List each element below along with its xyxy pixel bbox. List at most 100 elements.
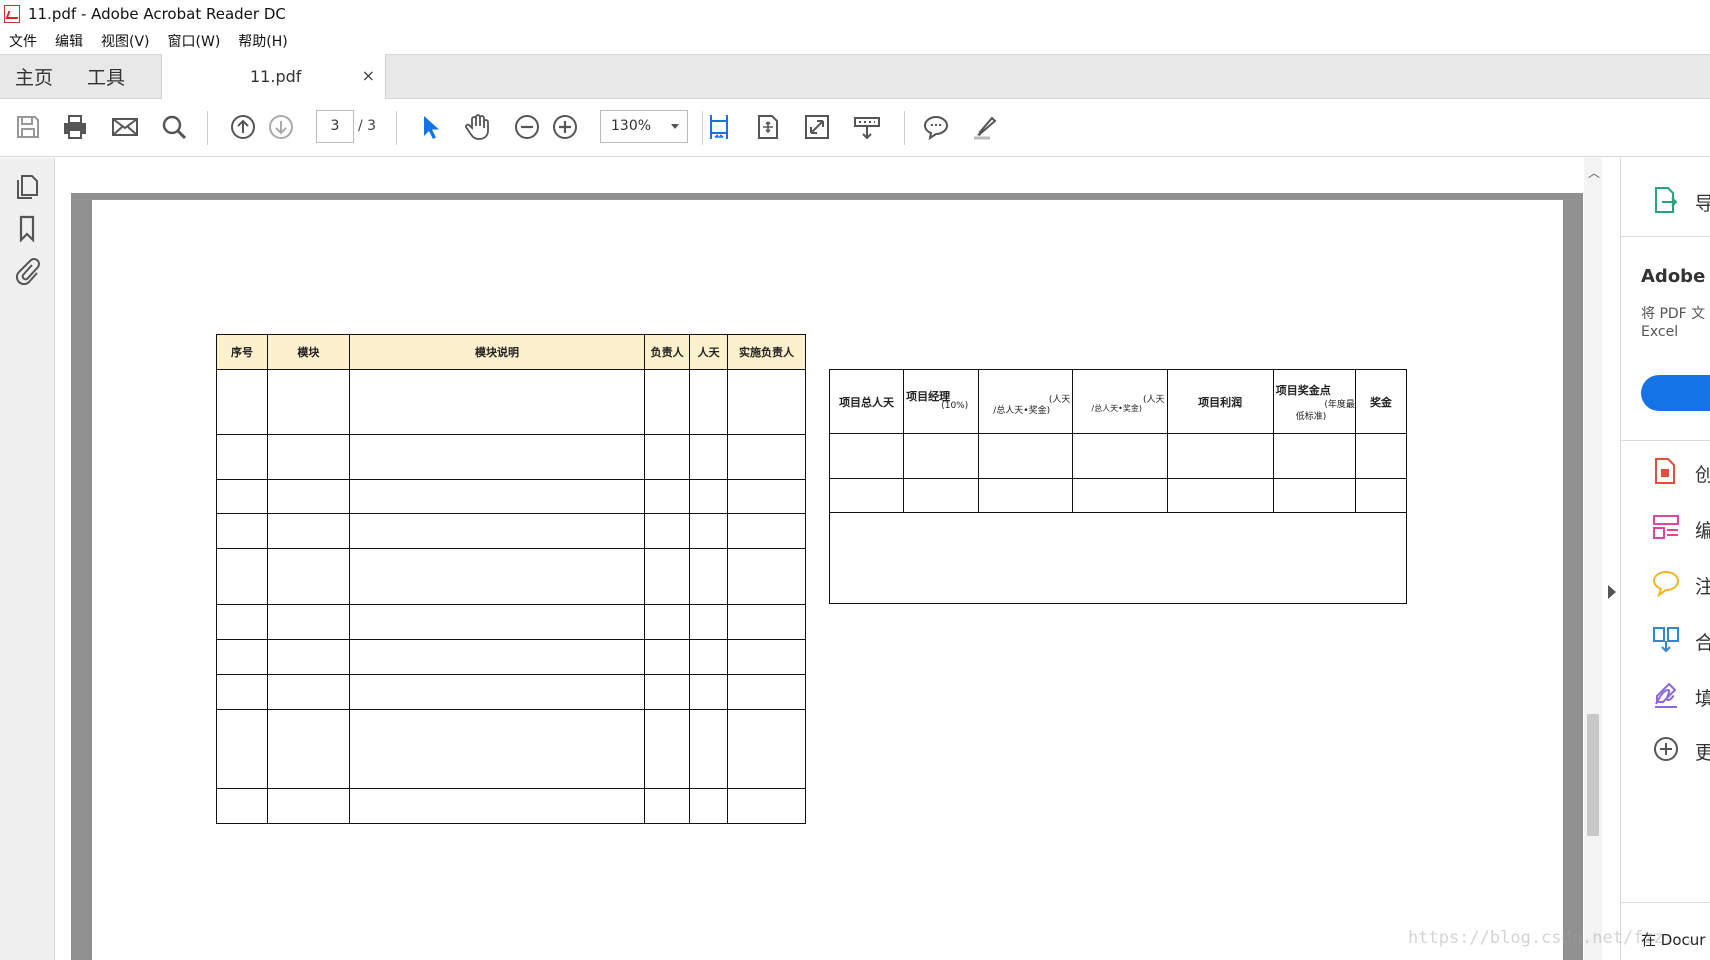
header-pm-sub: (10%) (941, 401, 969, 411)
zoom-in-icon[interactable] (549, 111, 581, 143)
table-row (216, 513, 806, 549)
comment-icon[interactable] (920, 111, 952, 143)
table-row (216, 604, 806, 640)
menu-bar: 文件 编辑 视图(V) 窗口(W) 帮助(H) (0, 28, 1710, 54)
create-pdf-icon[interactable] (1651, 456, 1681, 486)
select-cursor-icon[interactable] (414, 111, 446, 143)
page-total: / 3 (358, 118, 377, 134)
page-number-input[interactable]: 3 (316, 110, 354, 143)
header-seq: 序号 (216, 334, 268, 370)
table-row (829, 512, 1407, 604)
table-row (828, 478, 1408, 513)
menu-edit[interactable]: 编辑 (46, 31, 92, 51)
highlight-icon[interactable] (969, 111, 1001, 143)
header-col3: (人天 /总人天•奖金) (978, 369, 1074, 434)
table-row (216, 674, 806, 710)
panel-desc-line1: 将 PDF 文 (1641, 306, 1706, 322)
watermark: https://blog.csdn.net/fzz... (1408, 928, 1695, 948)
header-bonus-point-sub: (年度最 (1324, 400, 1355, 410)
header-col3-bottom: /总人天•奖金) (993, 406, 1051, 416)
header-project-profit: 项目利润 (1166, 369, 1274, 434)
right-tools-panel: 导 Adobe A 将 PDF 文 Excel 创 编 注 合 填 更 在 Do… (1620, 158, 1710, 960)
scrollbar-thumb[interactable] (1587, 714, 1599, 836)
tool-more-label[interactable]: 更 (1695, 738, 1710, 765)
header-col3-top: (人天 (1048, 395, 1071, 405)
scroll-up-icon[interactable]: ︿ (1588, 164, 1600, 181)
table-row (216, 709, 806, 789)
more-tools-icon[interactable] (1651, 734, 1681, 764)
tool-fill-sign-label[interactable]: 填 (1695, 684, 1710, 711)
search-icon[interactable] (158, 111, 190, 143)
print-icon[interactable] (59, 111, 91, 143)
title-bar: 11.pdf - Adobe Acrobat Reader DC (0, 0, 1710, 28)
zoom-select[interactable]: 130% (600, 110, 688, 143)
pdf-page: 序号 模块 模块说明 负责人 人天 实施负责人 项目总人天 项目经理 (10%)… (92, 200, 1563, 960)
acrobat-app-icon (4, 5, 20, 23)
tab-home[interactable]: 主页 (15, 63, 53, 90)
table-row (828, 433, 1408, 479)
zoom-out-icon[interactable] (511, 111, 543, 143)
table-row (216, 639, 806, 675)
tool-create-label[interactable]: 创 (1695, 460, 1710, 487)
header-bonus: 奖金 (1354, 369, 1408, 434)
vertical-scrollbar[interactable]: ︿ (1584, 158, 1602, 960)
menu-view[interactable]: 视图(V) (92, 31, 159, 51)
tab-bar: 主页 工具 11.pdf × (0, 54, 1710, 100)
left-navigation-rail (0, 158, 55, 960)
email-icon[interactable] (109, 111, 141, 143)
document-tab-label: 11.pdf (250, 67, 302, 86)
header-col4-top: (人天 (1143, 395, 1165, 405)
close-tab-icon[interactable]: × (362, 66, 375, 85)
table-row (216, 369, 806, 435)
full-screen-icon[interactable] (801, 111, 833, 143)
menu-file[interactable]: 文件 (0, 31, 46, 51)
edit-pdf-icon[interactable] (1651, 512, 1681, 542)
menu-window[interactable]: 窗口(W) (159, 31, 230, 51)
fill-sign-icon[interactable] (1651, 680, 1681, 710)
next-page-icon[interactable] (265, 111, 297, 143)
header-module: 模块 (266, 334, 350, 370)
pages-icon[interactable] (12, 172, 42, 202)
window-title: 11.pdf - Adobe Acrobat Reader DC (28, 5, 286, 23)
export-label[interactable]: 导 (1695, 189, 1710, 216)
export-pdf-icon[interactable] (1651, 185, 1681, 215)
header-total-person-days: 项目总人天 (828, 369, 905, 434)
toolbar: 3 / 3 130% (0, 99, 1710, 157)
fit-page-icon[interactable] (703, 111, 735, 143)
comment-tool-icon[interactable] (1651, 568, 1681, 598)
table-row (216, 434, 806, 480)
prev-page-icon[interactable] (227, 111, 259, 143)
header-owner: 负责人 (644, 334, 691, 370)
tab-tools[interactable]: 工具 (87, 63, 125, 90)
save-icon[interactable] (12, 111, 44, 143)
tab-document[interactable]: 11.pdf × (161, 54, 386, 100)
menu-help[interactable]: 帮助(H) (229, 31, 296, 51)
combine-files-icon[interactable] (1651, 624, 1681, 654)
header-pm: 项目经理 (10%) (903, 369, 980, 434)
panel-desc-line2: Excel (1641, 324, 1679, 340)
table-row (216, 479, 806, 514)
header-col4-bottom: /总人天•奖金) (1091, 404, 1142, 413)
tool-edit-label[interactable]: 编 (1695, 516, 1710, 543)
tool-comment-label[interactable]: 注 (1695, 572, 1710, 599)
hand-icon[interactable] (462, 111, 494, 143)
read-mode-icon[interactable] (851, 111, 883, 143)
tool-combine-label[interactable]: 合 (1695, 628, 1710, 655)
header-col4: (人天 /总人天•奖金) (1072, 369, 1168, 434)
header-bonus-point: 项目奖金点 (年度最 低标准) (1272, 369, 1356, 434)
header-bonus-point-sub2: 低标准) (1295, 412, 1327, 422)
zoom-value: 130% (611, 118, 652, 134)
attachment-icon[interactable] (12, 256, 42, 286)
header-person-days: 人天 (689, 334, 729, 370)
chevron-down-icon (671, 124, 679, 129)
header-module-desc: 模块说明 (348, 334, 646, 370)
header-bonus-point-title: 项目奖金点 (1275, 384, 1331, 397)
header-impl-owner: 实施负责人 (727, 334, 806, 370)
scroll-mode-icon[interactable] (752, 111, 784, 143)
table-row (216, 548, 806, 605)
bookmark-icon[interactable] (12, 214, 42, 244)
convert-button[interactable] (1641, 375, 1710, 411)
table-row (216, 788, 806, 824)
expand-right-panel-icon[interactable] (1608, 585, 1616, 599)
panel-heading: Adobe A (1641, 266, 1710, 287)
